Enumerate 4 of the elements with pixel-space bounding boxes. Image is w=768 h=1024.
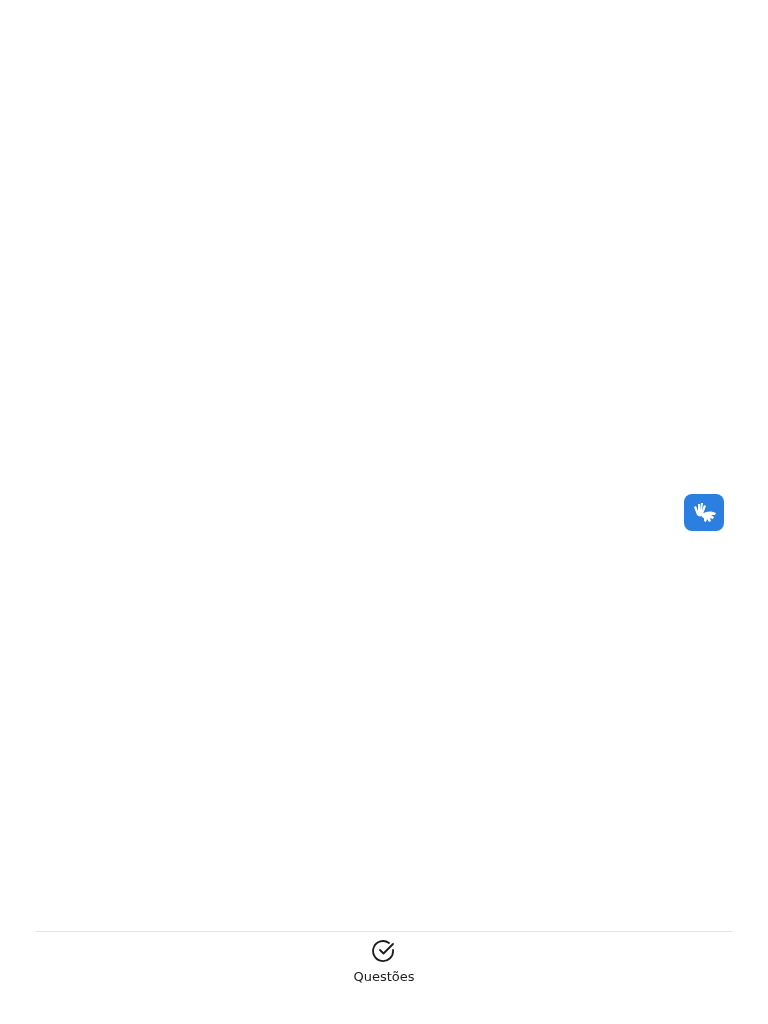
sign-language-button[interactable]: [684, 494, 724, 531]
check-circle-icon: [372, 939, 396, 963]
hands-icon: [691, 500, 717, 525]
tab[interactable]: Questões: [349, 932, 419, 984]
